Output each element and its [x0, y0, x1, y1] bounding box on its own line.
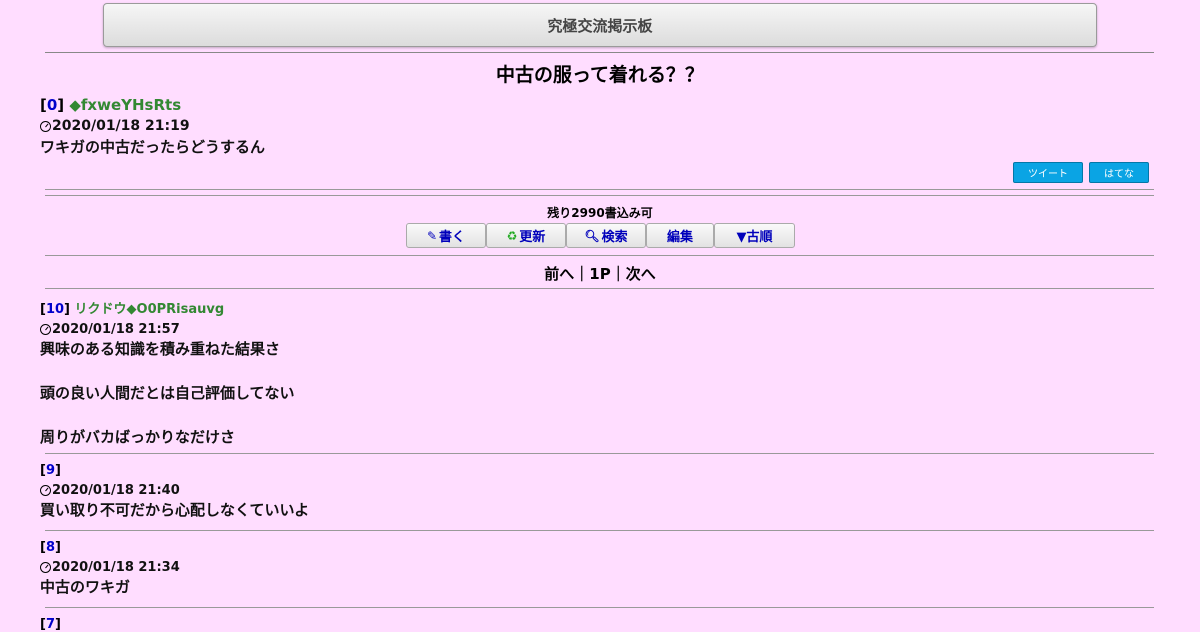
divider: [45, 453, 1154, 454]
post-number-link[interactable]: 9: [46, 463, 55, 478]
refresh-label: 更新: [519, 230, 546, 245]
post-header: [8]: [40, 540, 61, 555]
divider: [45, 189, 1154, 190]
pager-separator: ｜: [574, 265, 590, 283]
thread-title: 中古の服って着れる？？: [495, 64, 705, 86]
post-line: 頭の良い人間だとは自己評価してない: [40, 384, 295, 402]
post-date: 2020/01/18 21:40: [40, 483, 309, 498]
search-button[interactable]: 🔍︎ 検索: [566, 223, 646, 248]
divider: [45, 52, 1154, 53]
current-page: 1P: [589, 265, 611, 283]
clock-icon: [40, 120, 51, 132]
post-header: [9]: [40, 463, 61, 478]
board-title[interactable]: 究極交流掲示板: [103, 3, 1097, 47]
write-button[interactable]: ✎ 書く: [406, 223, 486, 248]
write-label: 書く: [439, 230, 466, 245]
post-date-text: 2020/01/18 21:57: [52, 322, 180, 337]
post-author: ◆fxweYHsRts: [69, 96, 182, 114]
search-label: 検索: [601, 230, 628, 245]
post-date-text: 2020/01/18 21:19: [52, 118, 190, 134]
next-page-link[interactable]: 次へ: [626, 265, 656, 283]
post-author: リクドウ◆O0PRisauvg: [74, 302, 225, 317]
divider: [45, 195, 1154, 196]
search-icon: 🔍︎: [584, 228, 600, 243]
post-body: 中古のワキガ: [40, 578, 131, 596]
op-post: [0] ◆fxweYHsRts 2020/01/18 21:19 ワキガの中古だ…: [40, 96, 265, 158]
edit-button[interactable]: 編集: [646, 223, 714, 248]
post-number-link[interactable]: 10: [46, 302, 64, 317]
reply-post: [10] リクドウ◆O0PRisauvg 2020/01/18 21:57 興味…: [40, 298, 295, 448]
pencil-icon: ✎: [426, 228, 438, 243]
post-number-link[interactable]: 8: [46, 540, 55, 555]
divider: [45, 255, 1154, 256]
post-line: [40, 360, 295, 382]
post-date-text: 2020/01/18 21:40: [52, 483, 180, 498]
post-date-text: 2020/01/18 21:34: [52, 560, 180, 575]
post-line: 周りがバカばっかりなだけさ: [40, 428, 236, 446]
clock-icon: [40, 324, 51, 335]
post-line: [40, 404, 295, 426]
post-header: [10] リクドウ◆O0PRisauvg: [40, 302, 225, 317]
pager-separator: ｜: [610, 265, 626, 283]
reply-post: [8] 2020/01/18 21:34 中古のワキガ: [40, 540, 180, 598]
tweet-button[interactable]: ツイート: [1013, 162, 1083, 183]
post-body: ワキガの中古だったらどうするん: [40, 138, 266, 156]
sort-order-button[interactable]: ▼古順: [714, 223, 795, 248]
post-body: 買い取り不可だから心配しなくていいよ: [40, 501, 310, 519]
post-header: [0] ◆fxweYHsRts: [40, 96, 182, 114]
hatena-button[interactable]: はてな: [1089, 162, 1149, 183]
pager: 前へ｜1P｜次へ: [0, 263, 1200, 284]
refresh-icon: ♻: [506, 228, 518, 243]
remaining-count: 残り2990書込み可: [547, 206, 653, 220]
clock-icon: [40, 485, 51, 496]
clock-icon: [40, 562, 51, 573]
post-line: 興味のある知識を積み重ねた結果さ: [40, 340, 281, 358]
post-date: 2020/01/18 21:19: [40, 118, 265, 134]
post-body: 興味のある知識を積み重ねた結果さ 頭の良い人間だとは自己評価してない 周りがバカ…: [40, 338, 295, 448]
divider: [45, 288, 1154, 289]
divider: [45, 607, 1154, 608]
refresh-button[interactable]: ♻ 更新: [486, 223, 566, 248]
prev-page-link[interactable]: 前へ: [544, 265, 574, 283]
post-date: 2020/01/18 21:57: [40, 322, 295, 337]
reply-post: [9] 2020/01/18 21:40 買い取り不可だから心配しなくていいよ: [40, 463, 309, 521]
post-number-link[interactable]: 0: [47, 96, 57, 114]
post-date: 2020/01/18 21:34: [40, 560, 180, 575]
divider: [45, 530, 1154, 531]
action-bar: ✎ 書く ♻ 更新 🔍︎ 検索 編集 ▼古順: [406, 223, 795, 248]
